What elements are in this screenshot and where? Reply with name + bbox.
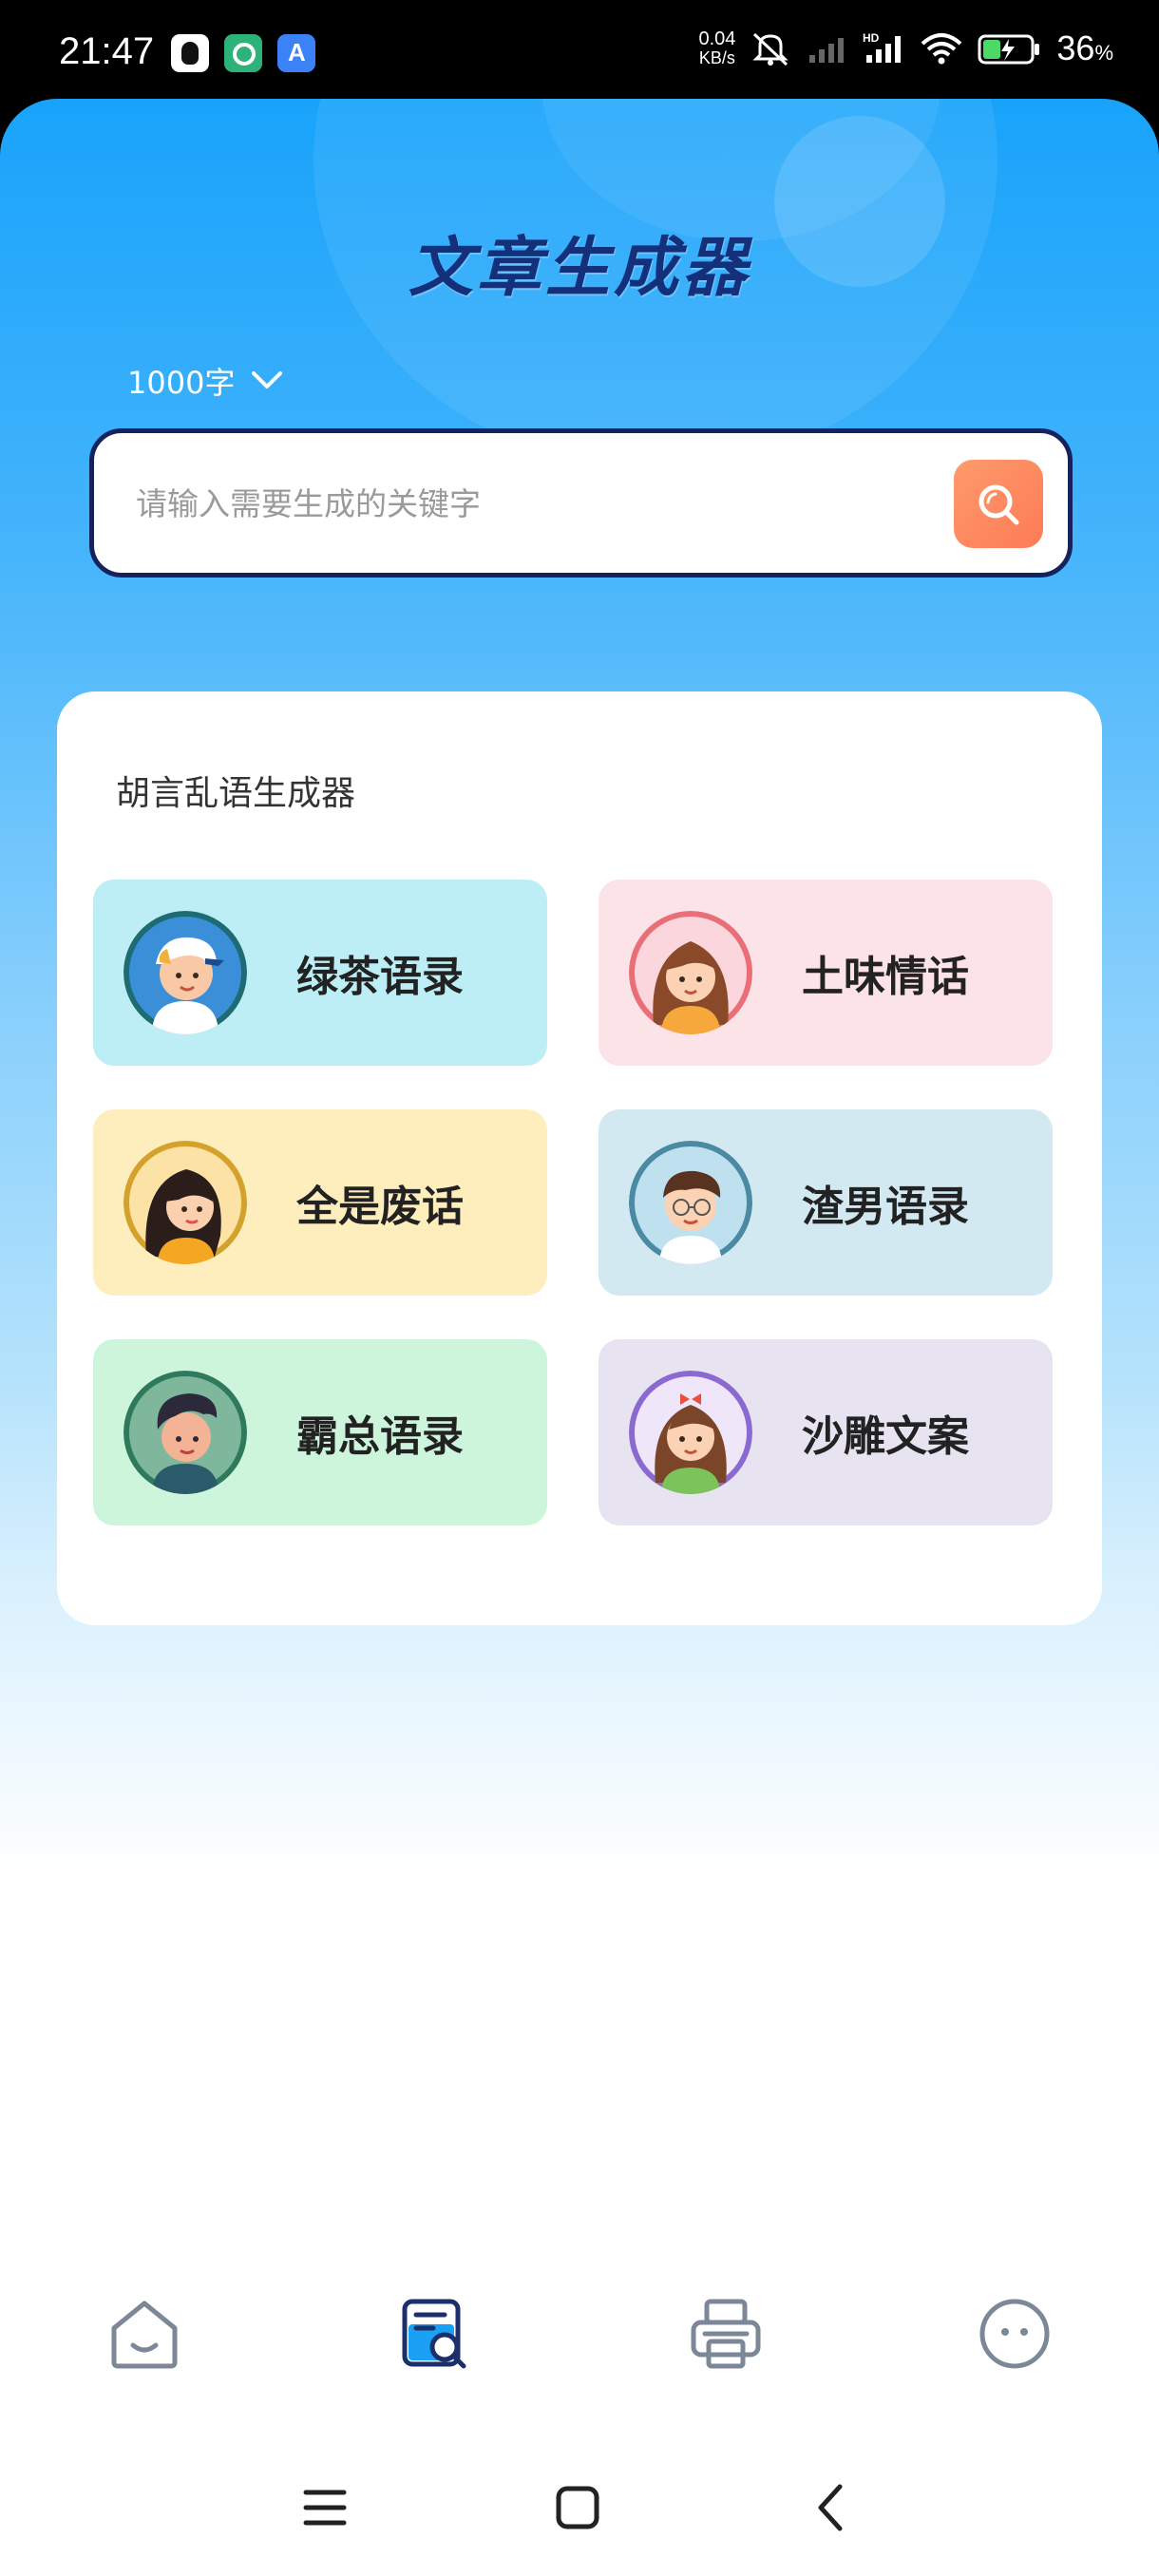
search-button[interactable] <box>954 460 1043 548</box>
green-app-icon <box>224 34 262 72</box>
generator-card: 胡言乱语生成器 绿茶语录 土味情话 全是废话 渣男语录 霸总语录 沙雕文案 <box>57 691 1102 1625</box>
signal-weak-icon <box>806 30 849 66</box>
tile-label: 霸总语录 <box>296 1412 464 1461</box>
tile-label: 土味情话 <box>802 953 969 1001</box>
boy-cap-avatar <box>124 911 247 1034</box>
battery-percent: 36% <box>1056 28 1113 67</box>
mute-icon <box>749 30 792 66</box>
qq-icon <box>171 34 209 72</box>
app-screen: 文章生成器 1000字 胡言乱语生成器 <box>0 99 1159 2576</box>
search-bar <box>89 428 1073 578</box>
tile-label: 渣男语录 <box>802 1183 969 1231</box>
tile-label: 全是废话 <box>296 1183 464 1231</box>
search-icon <box>978 484 1019 525</box>
nav-home[interactable] <box>106 2296 182 2372</box>
word-count-value: 1000字 <box>127 365 236 401</box>
girl-dark-hair-avatar <box>124 1141 247 1264</box>
system-back-button[interactable] <box>804 2479 861 2536</box>
man-quiff-avatar <box>124 1371 247 1494</box>
girl-bow-avatar <box>629 1371 752 1494</box>
tile-green-tea[interactable]: 绿茶语录 <box>93 880 547 1066</box>
tile-ceo-quotes[interactable]: 霸总语录 <box>93 1339 547 1525</box>
system-menu-button[interactable] <box>296 2479 353 2536</box>
tile-nonsense[interactable]: 全是废话 <box>93 1109 547 1296</box>
girl-brown-hair-avatar <box>629 911 752 1034</box>
tile-label: 沙雕文案 <box>802 1412 969 1461</box>
card-title: 胡言乱语生成器 <box>116 774 356 813</box>
boy-glasses-avatar <box>629 1141 752 1264</box>
tile-label: 绿茶语录 <box>296 953 464 1001</box>
printer-icon <box>691 2299 761 2369</box>
nav-profile[interactable] <box>977 2296 1053 2372</box>
network-speed: 0.04 KB/s <box>698 28 736 67</box>
signal-hd-icon: HD <box>863 30 906 66</box>
tile-silly-copy[interactable]: 沙雕文案 <box>598 1339 1053 1525</box>
wifi-icon <box>920 30 963 66</box>
battery-charging-icon <box>977 30 1043 66</box>
menu-icon <box>303 2490 347 2526</box>
word-count-dropdown[interactable]: 1000字 <box>127 359 286 403</box>
system-home-button[interactable] <box>549 2479 606 2536</box>
svg-text:HD: HD <box>863 31 880 45</box>
notification-apps <box>171 34 315 72</box>
tile-player-quotes[interactable]: 渣男语录 <box>598 1109 1053 1296</box>
status-bar: 21:47 0.04 KB/s HD 36% <box>0 0 1159 104</box>
status-time: 21:47 <box>59 30 155 72</box>
status-indicators: 0.04 KB/s HD 36% <box>698 28 1113 68</box>
app-store-icon <box>277 34 315 72</box>
page-title: 文章生成器 <box>408 231 750 306</box>
nav-printer[interactable] <box>688 2296 764 2372</box>
chat-face-icon <box>979 2299 1050 2369</box>
article-search-icon <box>402 2299 466 2369</box>
back-icon <box>818 2484 843 2531</box>
chevron-down-icon <box>248 362 286 400</box>
keyword-input[interactable] <box>136 475 896 532</box>
home-square-icon <box>556 2486 599 2529</box>
nav-article[interactable] <box>397 2296 473 2372</box>
home-icon <box>111 2301 178 2369</box>
tile-cheesy-love[interactable]: 土味情话 <box>598 880 1053 1066</box>
